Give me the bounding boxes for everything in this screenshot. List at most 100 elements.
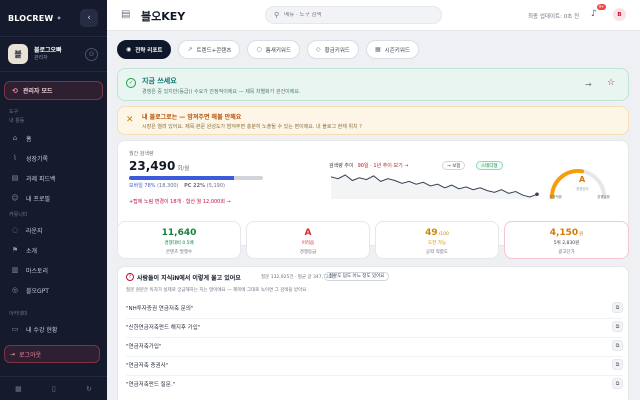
gauge-fill [549, 168, 585, 199]
metric-label: 경쟁등급 [299, 250, 317, 255]
sidebar-item-mastory[interactable]: ▥ 마스토리 [0, 260, 107, 280]
gauge-low-label: 경쟁적음 [549, 195, 562, 199]
admin-icon: ⟲ [12, 86, 18, 95]
admin-mode-button[interactable]: ⟲ 관리자 모드 [4, 81, 103, 100]
metric-sub: 어려움 [301, 241, 315, 246]
page-title: 블오KEY [141, 10, 186, 23]
tab-niche-keywords[interactable]: ○ 틈새키워드 [247, 40, 301, 59]
avatar: 블 [8, 44, 28, 64]
app-logo[interactable]: BLOCREW • [8, 14, 62, 23]
refresh-icon[interactable]: ↻ [86, 385, 92, 393]
sidebar-item-profile[interactable]: ☺ 내 프로필 [0, 188, 107, 208]
my-blog-title: 내 블로그로는 — 밤져주면 해볼 만해요 [142, 114, 242, 121]
search-volume-value: 23,490 회/월 [129, 159, 190, 173]
questions-card: ? 사람들이 지식iN에서 이렇게 물고 있어요 질문 132,925건 · 평… [117, 266, 629, 400]
collapse-sidebar-button[interactable]: ‹ [80, 9, 98, 27]
calendar-icon[interactable]: ▦ [15, 385, 22, 393]
search-volume-label: 월간 검색량 [129, 151, 154, 157]
bell-icon[interactable]: ♪ 9+ [591, 4, 606, 19]
copy-icon[interactable]: ⧉ [612, 302, 623, 313]
gauge-label: 경쟁강도 [576, 187, 589, 191]
user-avatar[interactable]: B [613, 8, 626, 21]
sidebar-item-feedback[interactable]: ▤ 과제 피드백 [0, 168, 107, 188]
list-item: "NH투자증권 연금저축 문의" ⧉ [126, 301, 623, 314]
section-label-tools: 도구 [9, 109, 19, 115]
menu-icon[interactable]: ▤ [121, 9, 130, 20]
info-icon: ⚑ [11, 246, 19, 254]
cross-icon: ✕ [126, 115, 134, 125]
metric-label: 콘텐츠 발행수 [165, 250, 193, 255]
chat-icon: ◌ [11, 226, 19, 234]
gauge-high-label: 경쟁많음 [597, 195, 610, 199]
search-icon: ⚲ [274, 11, 280, 19]
notification-badge: 9+ [597, 4, 606, 10]
recommendation-banner: ✓ 지금 쓰세요 경쟁은 중 있지만(등급)) 수요가 안정적이에요 — 제목 … [117, 68, 629, 101]
divider [126, 356, 623, 357]
search-box[interactable]: ⚲ [265, 6, 442, 24]
metric-card-ad-cost: 4,150원 5위 2,830원 광고단가 [504, 221, 629, 259]
document-icon[interactable]: ▯ [52, 385, 56, 393]
section-label-my: 내 활동 [9, 118, 25, 124]
sidebar-item-lounge[interactable]: ◌ 라운지 [0, 220, 107, 240]
metric-label: 광고단가 [558, 250, 575, 255]
tab-bar: ◉ 전략 리포트 ↗ 트렌드+콘텐츠 ○ 틈새키워드 ◇ 황금키워드 ▦ 시즌키워드 [117, 40, 419, 59]
sidebar-footer: ▦ ▯ ↻ [0, 376, 107, 400]
sidebar-item-growth[interactable]: ⌇ 성장기록 [0, 148, 107, 168]
sidebar-item-gpt[interactable]: ◎ 블오GPT [0, 280, 107, 300]
copy-icon[interactable]: ⧉ [612, 378, 623, 389]
sidebar-profile[interactable]: 블 블로그오빠 관리자 ⚇ [0, 36, 107, 72]
divider [126, 375, 623, 376]
my-blog-text: 시장은 열려 있어요. 제목·본문 완성도가 밤져주면 충분히 노출될 수 있는… [142, 124, 362, 130]
sidebar-header: BLOCREW • ‹ [0, 0, 107, 36]
tab-strategy-report[interactable]: ◉ 전략 리포트 [117, 40, 172, 59]
tab-trend-content[interactable]: ↗ 트렌드+콘텐츠 [178, 40, 241, 59]
metric-sub: 5위 2,830원 [553, 241, 580, 246]
logout-icon: ⇥ [10, 350, 16, 358]
user-settings-icon[interactable]: ⚇ [85, 48, 98, 61]
copy-icon[interactable]: ⧉ [612, 359, 623, 370]
sidebar-item-courses[interactable]: ▭ 내 수강 현황 [0, 319, 107, 339]
tab-season-keywords[interactable]: ▦ 시즌키워드 [365, 40, 419, 59]
gauge-grade: A [579, 175, 586, 184]
list-item: "연금저축가입" ⧉ [126, 339, 623, 352]
sidebar: BLOCREW • ‹ 블 블로그오빠 관리자 ⚇ ⟲ 관리자 모드 도구 내 … [0, 0, 107, 400]
course-icon: ▭ [11, 325, 19, 333]
mobile-share-fill [129, 176, 234, 180]
sidebar-item-home[interactable]: ⌂ 홈 [0, 128, 107, 148]
questions-filter-chip[interactable]: 질문도 답도 어느 정도 있어요 [324, 272, 390, 281]
trend-label: 검색량 추이 90일 · 1년 추이 보기 → [329, 163, 409, 169]
copy-icon[interactable]: ⧉ [612, 321, 623, 332]
circle-icon: ○ [256, 46, 262, 53]
arrow-right-icon[interactable]: → [585, 80, 592, 89]
metric-value: 49/100 [425, 228, 449, 238]
main-content: ◉ 전략 리포트 ↗ 트렌드+콘텐츠 ○ 틈새키워드 ◇ 황금키워드 ▦ 시즌키워드 ✓ … [107, 31, 640, 400]
trend-flat-badge: → 보합 [442, 161, 466, 170]
recommendation-text: 경쟁은 중 있지만(등급)) 수요가 안정적이에요 — 제목 차별화가 관건이에… [142, 89, 301, 95]
logout-button[interactable]: ⇥ 로그아웃 [4, 345, 100, 363]
section-label-learning: 아카데미 [9, 311, 28, 317]
trend-chart [330, 174, 539, 199]
divider [126, 318, 623, 319]
target-icon: ◉ [126, 46, 132, 53]
check-icon: ✓ [126, 78, 136, 88]
copy-icon[interactable]: ⧉ [612, 340, 623, 351]
device-split: 모바일 78% (18,300) PC 22% (5,190) [129, 183, 225, 189]
bot-icon: ◎ [11, 286, 19, 294]
trend-range-link[interactable]: 90일 · 1년 추이 보기 → [358, 163, 409, 169]
tab-golden-keywords[interactable]: ◇ 황금키워드 [307, 40, 359, 59]
last-updated: 최종 업데이트: 0초 전 [528, 14, 580, 20]
metric-card-content: 11,640 경쟁대비 0.5배 콘텐츠 발행수 [117, 221, 241, 259]
question-icon: ? [126, 273, 134, 281]
questions-desc: 질문 원문은 독자가 실제로 궁금해하는 지는 말이에요 — 제목에 그대로 녹… [126, 288, 308, 293]
related-keywords-link[interactable]: +탑에 노림 변경이 18개 · 합산 월 12,000회 → [129, 198, 231, 205]
metric-value: 11,640 [161, 228, 197, 238]
search-input[interactable] [284, 12, 425, 18]
metric-label: 공략 적합도 [425, 250, 449, 255]
star-icon[interactable]: ☆ [607, 78, 615, 88]
metric-value: 4,150원 [549, 228, 584, 238]
device-split-bar [129, 176, 263, 180]
sidebar-item-intro[interactable]: ⚑ 소개 [0, 240, 107, 260]
profile-name: 블로그오빠 [34, 47, 62, 55]
section-label-community: 커뮤니티 [9, 212, 28, 218]
my-blog-banner: ✕ 내 블로그로는 — 밤져주면 해볼 만해요 시장은 열려 있어요. 제목·본… [117, 106, 629, 135]
